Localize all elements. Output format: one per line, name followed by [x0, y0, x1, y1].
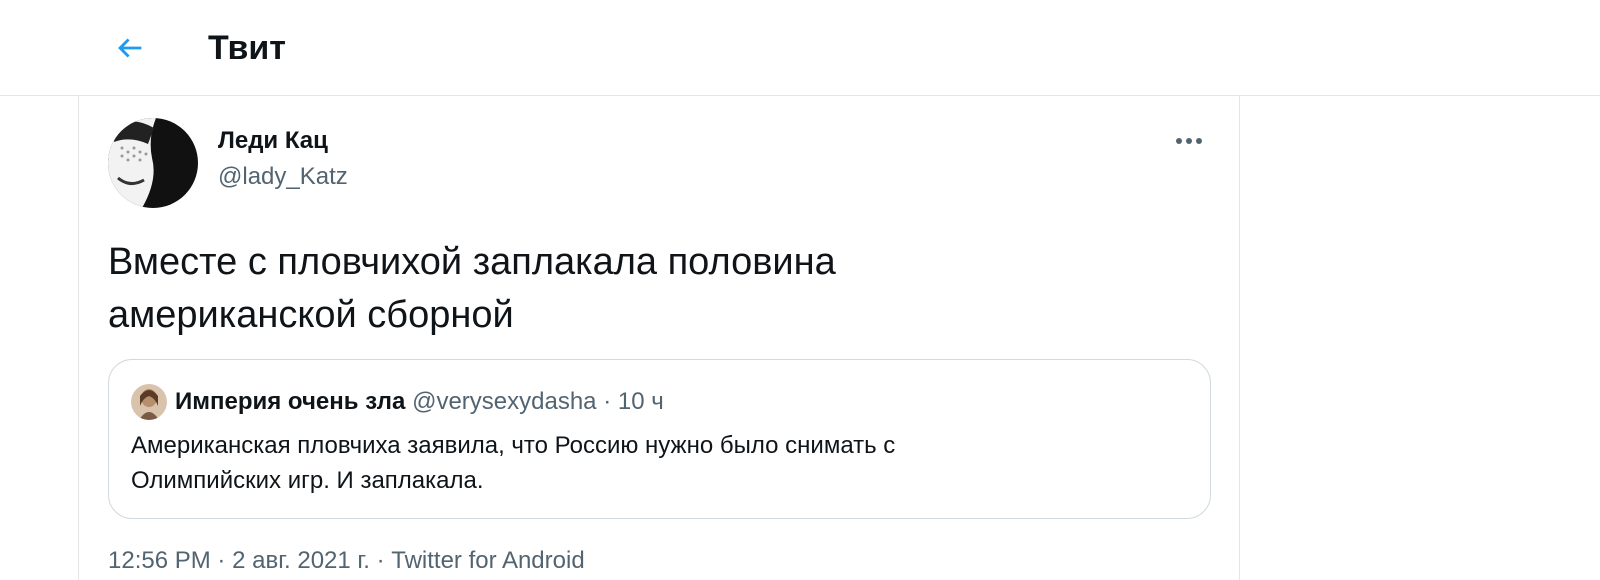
tweet-time[interactable]: 12:56 PM	[108, 547, 211, 574]
quoted-separator: ·	[603, 388, 612, 415]
quoted-text-line: Олимпийских игр. И заплакала.	[131, 467, 484, 494]
quoted-author-handle: @verysexydasha	[412, 388, 597, 415]
tweet-text-line: американской сборной	[108, 294, 514, 336]
top-bar: Твит	[0, 0, 1600, 96]
quoted-text-line: Американская пловчиха заявила, что Росси…	[131, 432, 896, 459]
tweet-source[interactable]: Twitter for Android	[391, 547, 584, 574]
quoted-author-name: Империя очень зла	[175, 388, 406, 415]
author-name[interactable]: Леди Кац	[218, 126, 328, 156]
tweet-text: Вместе с пловчихой заплакала половина ам…	[108, 236, 1208, 342]
arrow-left-icon	[118, 38, 142, 58]
quoted-avatar-image	[131, 384, 167, 420]
tweet-metadata: 12:56 PM · 2 авг. 2021 г. · Twitter for …	[108, 546, 585, 576]
quoted-author-avatar	[131, 384, 167, 420]
more-button[interactable]	[1169, 126, 1209, 156]
avatar-image	[108, 118, 198, 208]
tweet-text-line: Вместе с пловчихой заплакала половина	[108, 241, 836, 283]
meta-separator: ·	[376, 547, 385, 574]
tweet-detail: Леди Кац @lady_Katz Вместе с пловчихой з…	[78, 96, 1240, 580]
quoted-tweet-header: Империя очень зла @verysexydasha · 10 ч	[175, 386, 664, 418]
quoted-timestamp: 10 ч	[617, 388, 664, 415]
meta-separator: ·	[217, 547, 226, 574]
quoted-tweet-text: Американская пловчиха заявила, что Росси…	[131, 428, 1191, 498]
quoted-tweet-card[interactable]: Империя очень зла @verysexydasha · 10 ч …	[108, 359, 1211, 519]
author-avatar[interactable]	[108, 118, 198, 208]
more-horizontal-icon	[1176, 138, 1202, 144]
author-handle[interactable]: @lady_Katz	[218, 162, 348, 192]
page-title: Твит	[208, 29, 286, 67]
tweet-date[interactable]: 2 авг. 2021 г.	[232, 547, 370, 574]
back-button[interactable]	[108, 26, 152, 70]
